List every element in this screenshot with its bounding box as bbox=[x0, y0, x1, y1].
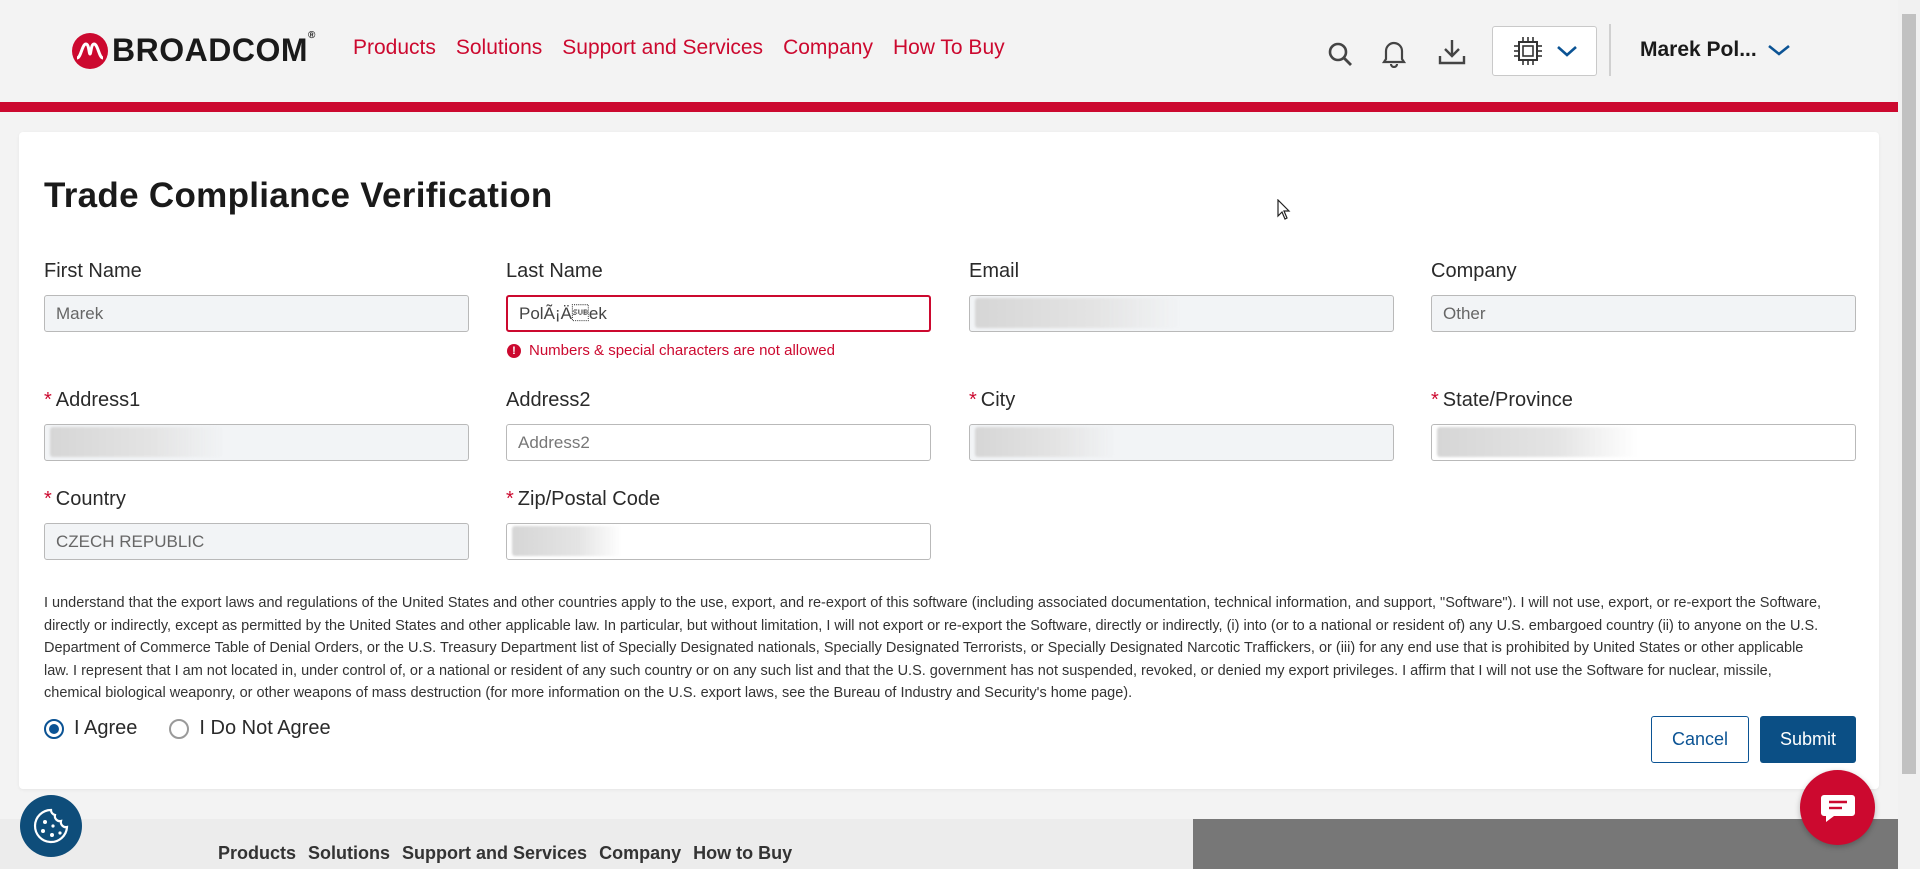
product-switcher-button[interactable] bbox=[1492, 26, 1597, 76]
footer-nav-how-to-buy[interactable]: How to Buy bbox=[693, 843, 792, 864]
redacted-state bbox=[1437, 427, 1637, 457]
last-name-label: Last Name bbox=[506, 260, 603, 282]
cancel-button[interactable]: Cancel bbox=[1651, 716, 1749, 763]
company-field[interactable]: Other bbox=[1431, 295, 1856, 332]
city-label: * City bbox=[969, 389, 1016, 411]
cookie-icon bbox=[33, 808, 69, 844]
chevron-down-icon bbox=[1556, 46, 1577, 57]
chip-icon bbox=[1513, 37, 1542, 65]
zip-label: * Zip/Postal Code bbox=[506, 488, 661, 510]
last-name-error-text: Numbers & special characters are not all… bbox=[529, 342, 835, 359]
submit-button[interactable]: Submit bbox=[1760, 716, 1856, 763]
nav-support-and-services[interactable]: Support and Services bbox=[562, 36, 763, 60]
chevron-down-icon bbox=[1767, 44, 1790, 56]
disagree-radio[interactable] bbox=[169, 718, 190, 739]
last-name-field[interactable]: PolÃ¡Äek bbox=[506, 295, 931, 332]
footer-nav-company[interactable]: Company bbox=[599, 843, 681, 864]
chat-button[interactable] bbox=[1800, 770, 1875, 845]
address2-label: Address2 bbox=[506, 389, 591, 411]
nav-company[interactable]: Company bbox=[783, 36, 873, 60]
broadcom-logo[interactable]: BROADCOM® bbox=[72, 30, 316, 69]
nav-how-to-buy[interactable]: How To Buy bbox=[893, 36, 1005, 60]
footer-gray-panel bbox=[1193, 819, 1898, 869]
country-label: * Country bbox=[44, 488, 126, 510]
country-field[interactable]: CZECH REPUBLIC bbox=[44, 523, 469, 560]
cookie-settings-button[interactable] bbox=[20, 795, 82, 857]
main-nav: Products Solutions Support and Services … bbox=[353, 36, 1025, 60]
last-name-error: ! Numbers & special characters are not a… bbox=[507, 342, 835, 359]
footer-nav-solutions[interactable]: Solutions bbox=[308, 843, 390, 864]
redacted-city bbox=[975, 427, 1115, 457]
footer-nav-support-and-services[interactable]: Support and Services bbox=[402, 843, 587, 864]
export-compliance-text: I understand that the export laws and re… bbox=[44, 595, 1822, 701]
brand-red-divider bbox=[0, 102, 1898, 112]
broadcom-logo-text: BROADCOM® bbox=[112, 30, 316, 68]
page-title: Trade Compliance Verification bbox=[44, 176, 553, 215]
agreement-radio-group: I Agree I Do Not Agree bbox=[44, 717, 331, 740]
address2-field[interactable]: Address2 bbox=[506, 424, 931, 461]
nav-products[interactable]: Products bbox=[353, 36, 436, 60]
first-name-field[interactable]: Marek bbox=[44, 295, 469, 332]
redacted-zip bbox=[512, 526, 622, 556]
redacted-email bbox=[975, 298, 1180, 328]
state-label: * State/Province bbox=[1431, 389, 1573, 411]
address1-label: * Address1 bbox=[44, 389, 141, 411]
user-menu[interactable]: Marek Pol... bbox=[1640, 38, 1791, 62]
email-label: Email bbox=[969, 260, 1020, 282]
first-name-label: First Name bbox=[44, 260, 142, 282]
search-icon[interactable] bbox=[1326, 40, 1354, 68]
broadcom-logo-icon bbox=[72, 32, 108, 69]
bell-icon[interactable] bbox=[1380, 38, 1408, 69]
footer-nav: Products Solutions Support and Services … bbox=[218, 843, 804, 864]
nav-solutions[interactable]: Solutions bbox=[456, 36, 542, 60]
disagree-label[interactable]: I Do Not Agree bbox=[199, 717, 330, 740]
scrollbar-thumb[interactable] bbox=[1902, 14, 1916, 774]
redacted-address1 bbox=[50, 427, 225, 457]
header-divider bbox=[1609, 24, 1611, 76]
mouse-cursor-icon bbox=[1277, 198, 1291, 226]
chat-icon bbox=[1820, 794, 1855, 822]
company-label: Company bbox=[1431, 260, 1517, 282]
download-icon[interactable] bbox=[1437, 37, 1466, 65]
error-icon: ! bbox=[507, 343, 521, 358]
agree-label[interactable]: I Agree bbox=[74, 717, 137, 740]
agree-radio[interactable] bbox=[44, 718, 64, 739]
footer-nav-products[interactable]: Products bbox=[218, 843, 296, 864]
user-name: Marek Pol... bbox=[1640, 38, 1757, 61]
